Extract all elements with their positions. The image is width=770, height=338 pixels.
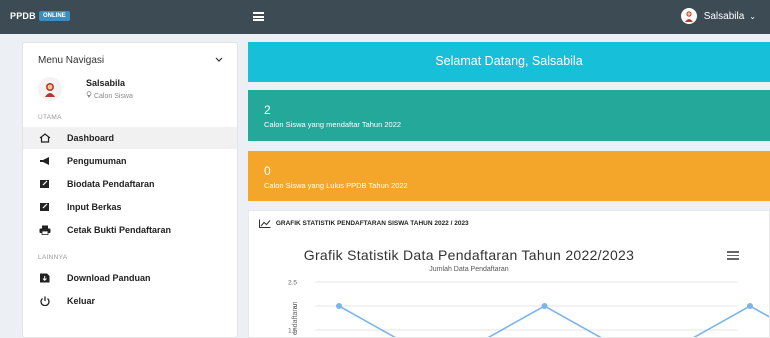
user-menu[interactable]: Salsabila ⌄ (680, 8, 756, 24)
power-icon (40, 296, 50, 306)
data-point (747, 303, 753, 309)
sidebar-heading: Menu Navigasi (38, 55, 105, 66)
chevron-down-icon[interactable] (215, 55, 223, 65)
section-main: UTAMA (38, 114, 62, 121)
stat-box-passed: 0 Calon Siswa yang Lulus PPDB Tahun 2022 (248, 151, 770, 201)
stat-label: Calon Siswa yang mendaftar Tahun 2022 (264, 120, 402, 129)
top-navbar: PPDB ONLINE Salsabila ⌄ (0, 0, 770, 34)
sidebar-item-label: Dashboard (67, 133, 115, 143)
hamburger-icon[interactable] (253, 12, 264, 21)
home-icon (39, 133, 51, 143)
stat-value: 0 (264, 164, 271, 178)
sidebar-item-label: Download Panduan (67, 273, 151, 283)
stat-label: Calon Siswa yang Lulus PPDB Tahun 2022 (264, 181, 408, 190)
sidebar-item-download-panduan[interactable]: Download Panduan (23, 267, 237, 289)
sidebar-item-input-berkas[interactable]: Input Berkas (23, 196, 237, 218)
online-badge: ONLINE (39, 11, 70, 21)
brand-logo-text[interactable]: PPDB (10, 11, 36, 21)
sidebar-item-label: Pengumuman (67, 156, 127, 166)
location-icon (86, 91, 92, 98)
file-download-icon (40, 273, 50, 283)
chart-plot: 2.521.5endaftaran (288, 280, 769, 337)
data-point (336, 303, 342, 309)
sidebar-item-label: Keluar (67, 296, 96, 306)
sidebar-item-label: Cetak Bukti Pendaftaran (67, 225, 172, 235)
profile-role: Calon Siswa (86, 91, 133, 100)
sidebar-item-dashboard[interactable]: Dashboard (23, 127, 237, 149)
y-axis-label: endaftaran (292, 301, 299, 335)
profile-name: Salsabila (86, 78, 126, 88)
data-point (541, 303, 548, 309)
stat-box-registered: 2 Calon Siswa yang mendaftar Tahun 2022 (248, 90, 770, 141)
sidebar-profile: Salsabila Calon Siswa (38, 77, 228, 107)
user-avatar (680, 8, 697, 24)
sidebar-item-label: Input Berkas (67, 202, 122, 212)
profile-role-label: Calon Siswa (93, 93, 133, 100)
user-name: Salsabila (703, 10, 745, 22)
welcome-banner: Selamat Datang, Salsabila (248, 42, 770, 82)
sidebar-item-cetak-bukti[interactable]: Cetak Bukti Pendaftaran (23, 219, 237, 241)
y-tick-label: 2.5 (288, 280, 297, 287)
edit-icon (40, 180, 49, 188)
avatar (38, 77, 62, 101)
welcome-text: Selamat Datang, Salsabila (435, 54, 583, 68)
sidebar-item-label: Biodata Pendaftaran (67, 179, 155, 189)
series-line (338, 305, 769, 337)
chevron-down-icon: ⌄ (749, 11, 756, 21)
sidebar-item-biodata[interactable]: Biodata Pendaftaran (23, 173, 237, 195)
section-other: LAINNYA (38, 254, 68, 261)
sidebar-item-keluar[interactable]: Keluar (23, 290, 237, 312)
stat-value: 2 (264, 103, 271, 117)
edit-icon (40, 203, 49, 211)
printer-icon (39, 225, 51, 235)
chart-panel: GRAFIK STATISTIK PENDAFTARAN SISWA TAHUN… (248, 210, 770, 338)
sidebar: Menu Navigasi Salsabila Calon Siswa UTAM… (22, 42, 238, 338)
sidebar-item-pengumuman[interactable]: Pengumuman (23, 150, 237, 172)
megaphone-icon (40, 157, 49, 165)
